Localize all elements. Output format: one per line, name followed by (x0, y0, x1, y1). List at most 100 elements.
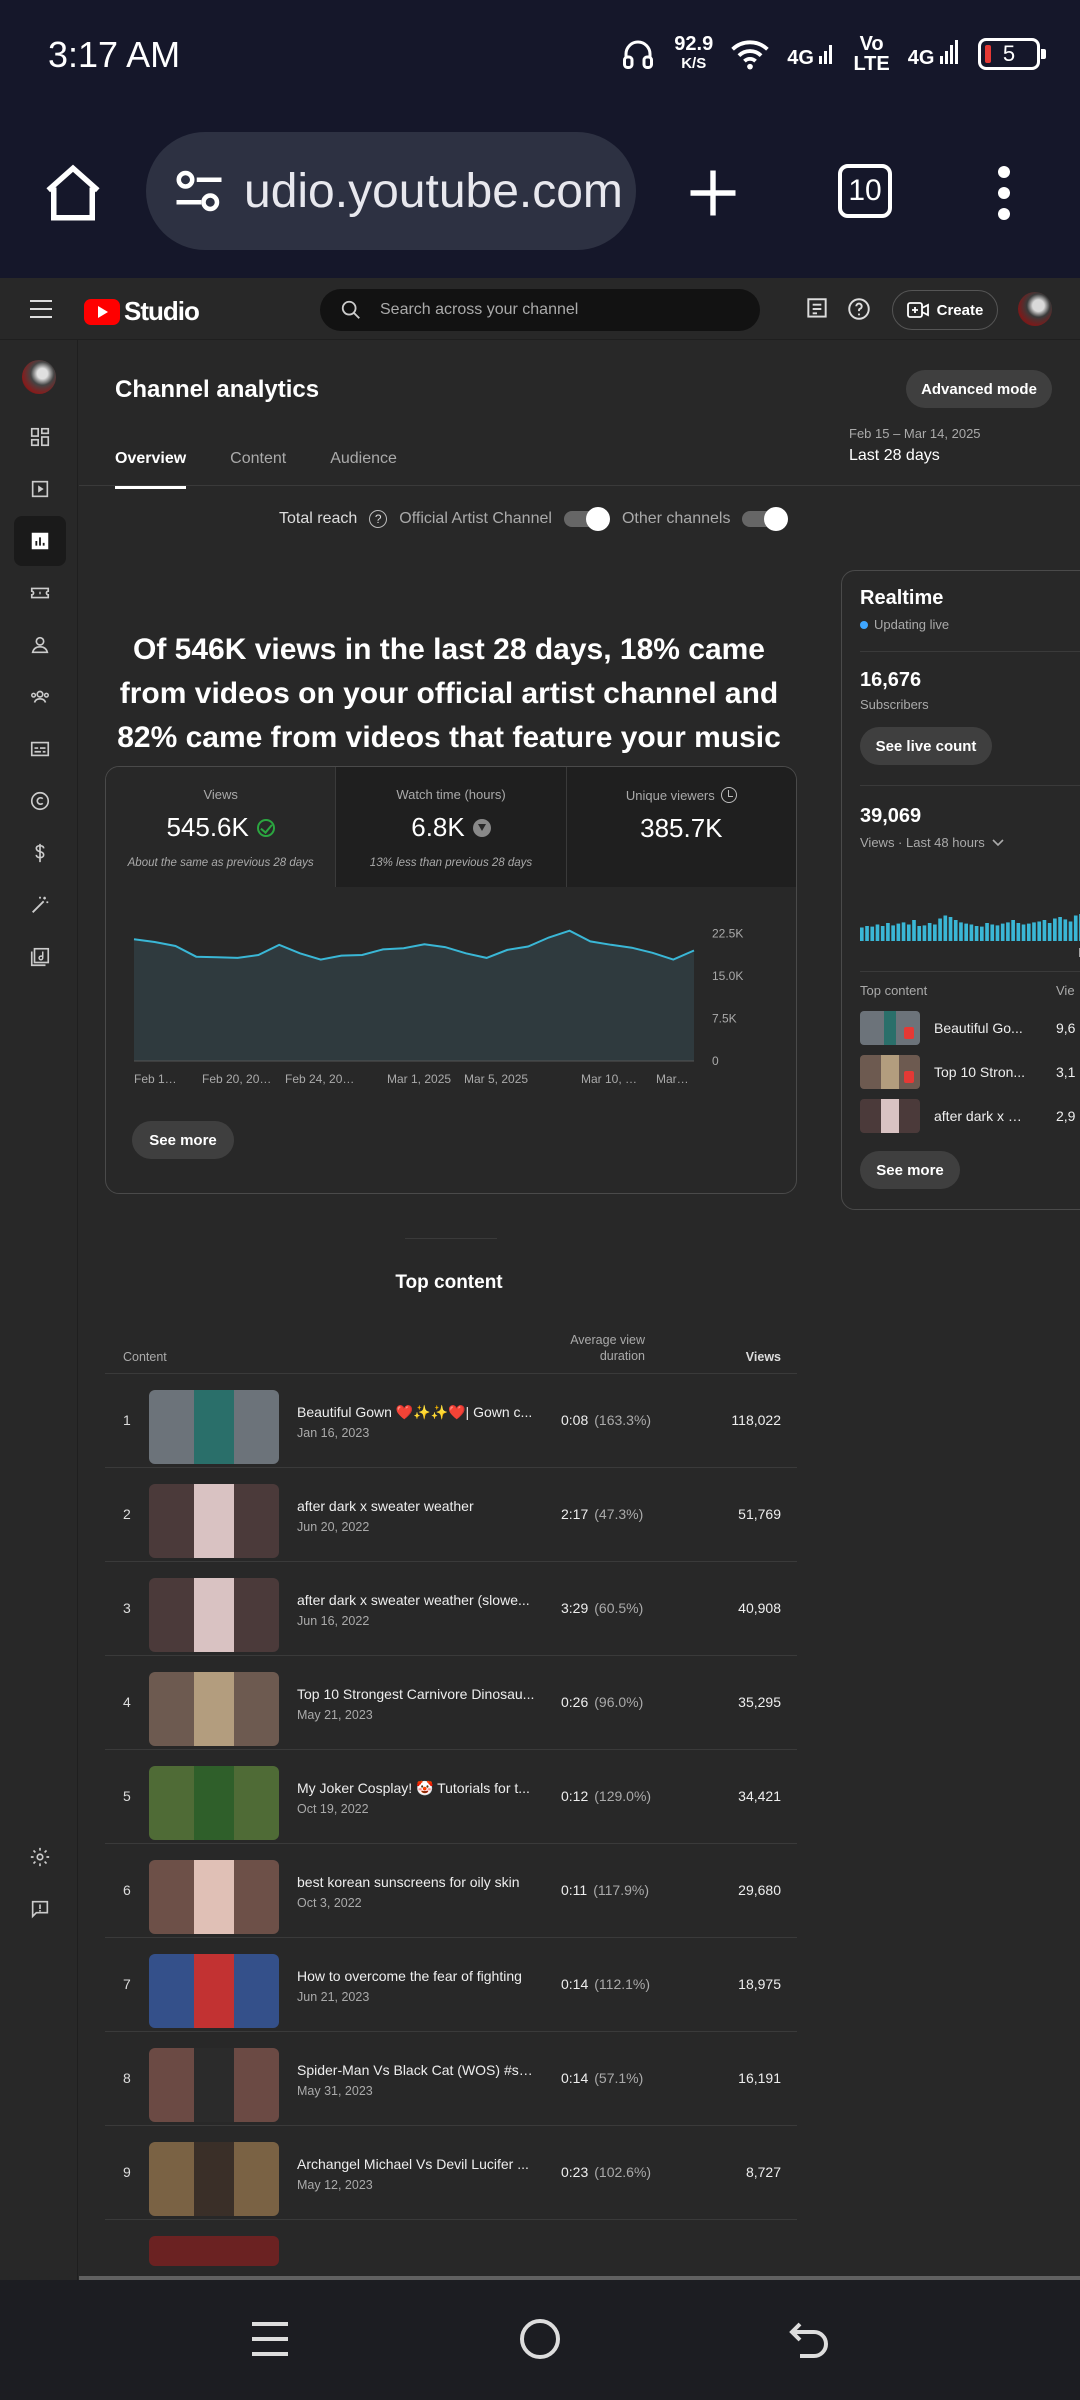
nav-analytics[interactable] (14, 516, 66, 566)
nav-copyright[interactable] (14, 776, 66, 826)
see-live-count-button[interactable]: See live count (860, 727, 992, 765)
video-title[interactable]: Top 10 Strongest Carnivore Dinosau... (297, 1686, 537, 1702)
network-speed-value: 92.9 (674, 33, 714, 55)
youtube-logo-icon (84, 298, 120, 325)
chevron-down-icon (992, 838, 1004, 846)
table-row[interactable]: 9 Archangel Michael Vs Devil Lucifer ... M… (105, 2126, 797, 2220)
search-input[interactable] (380, 301, 740, 319)
feedback-icon[interactable] (804, 296, 830, 322)
table-row[interactable]: 8 Spider-Man Vs Black Cat (WOS) #sh... May… (105, 2032, 797, 2126)
status-icons: 92.9 K/S 4G Vo LTE 4G 5 (620, 30, 1046, 78)
nav-audio-library[interactable] (14, 932, 66, 982)
realtime-row[interactable]: Beautiful Go... 9,6 (860, 1011, 1080, 1047)
signal-1: 4G (787, 40, 835, 68)
official-channel-toggle[interactable] (563, 507, 610, 531)
new-tab-icon[interactable] (686, 166, 740, 220)
table-row[interactable]: 4 Top 10 Strongest Carnivore Dinosau... Ma… (105, 1656, 797, 1750)
nav-earn[interactable] (14, 828, 66, 878)
nav-settings[interactable] (14, 1832, 66, 1882)
video-views: 35,295 (738, 1694, 781, 1710)
duration-percent: (129.0%) (594, 1788, 652, 1804)
back-icon[interactable] (788, 2316, 832, 2362)
video-title[interactable]: How to overcome the fear of fighting (297, 1968, 537, 1984)
video-thumbnail (149, 1578, 279, 1652)
realtime-see-more-button[interactable]: See more (860, 1151, 960, 1189)
video-thumbnail (149, 1672, 279, 1746)
date-range-picker[interactable]: Feb 15 – Mar 14, 2025 Last 28 days (849, 426, 981, 465)
home-icon[interactable] (40, 160, 106, 226)
nav-profile[interactable] (14, 620, 66, 670)
settings-icon (30, 1847, 50, 1867)
help-icon[interactable]: ? (369, 510, 388, 528)
video-title[interactable]: after dark x sweater weather (slowe... (297, 1592, 537, 1608)
nav-audience[interactable] (14, 672, 66, 722)
url-text[interactable]: udio.youtube.com (244, 164, 623, 219)
table-row[interactable]: 1 Beautiful Gown ❤️✨✨❤️| Gown c... Jan 16,… (105, 1374, 797, 1468)
nav-content[interactable] (14, 464, 66, 514)
studio-app: Studio Create Channel analytics Adv (0, 278, 1080, 2280)
tab-content[interactable]: Content (230, 450, 286, 489)
video-title[interactable]: Beautiful Gown ❤️✨✨❤️| Gown c... (297, 1404, 537, 1421)
video-thumbnail (149, 2142, 279, 2216)
account-avatar[interactable] (1018, 292, 1052, 326)
date-range: Feb 15 – Mar 14, 2025 (849, 426, 981, 441)
realtime-views-label[interactable]: Views · Last 48 hours (860, 835, 1005, 850)
tab-overview[interactable]: Overview (115, 450, 187, 489)
search-bar[interactable] (320, 289, 760, 331)
top-content-table: Content Average view duration Views 1 Bea… (105, 1328, 797, 2280)
divider (860, 971, 1080, 972)
video-title[interactable]: best korean sunscreens for oily skin (297, 1874, 537, 1890)
channel-avatar[interactable] (22, 360, 56, 394)
x-tick-label: Mar 5, 2025 (464, 1072, 528, 1086)
video-title[interactable]: after dark x sweater weather (297, 1498, 537, 1514)
see-more-button[interactable]: See more (132, 1121, 234, 1159)
url-bar[interactable]: udio.youtube.com (146, 132, 636, 250)
realtime-bar (1026, 923, 1031, 941)
tab-switcher-button[interactable]: 10 (838, 164, 892, 218)
duration-percent: (60.5%) (594, 1600, 644, 1616)
table-row[interactable]: 2 after dark x sweater weather Jun 20, 202… (105, 1468, 797, 1562)
metric-label: Watch time (hours) (396, 787, 506, 802)
row-rank: 2 (123, 1506, 131, 1522)
video-title[interactable]: Archangel Michael Vs Devil Lucifer ... (297, 2156, 537, 2172)
nav-send-feedback[interactable] (14, 1884, 66, 1934)
table-row-partial[interactable] (105, 2220, 797, 2280)
metric-unique-viewers[interactable]: Unique viewers 385.7K (566, 767, 796, 887)
realtime-row[interactable]: Top 10 Stron... 3,1 (860, 1055, 1080, 1091)
realtime-bar (974, 926, 979, 941)
create-button[interactable]: Create (892, 290, 998, 330)
realtime-views: 39,069 (860, 805, 922, 827)
recent-apps-icon[interactable] (248, 2316, 292, 2362)
more-options-icon[interactable] (996, 166, 1012, 220)
nav-subtitles[interactable] (14, 724, 66, 774)
row-rank: 6 (123, 1882, 131, 1898)
realtime-row[interactable]: after dark x s... 2,9 (860, 1099, 1080, 1135)
other-channels-toggle[interactable] (742, 507, 789, 531)
duration-value: 2:17 (561, 1506, 589, 1522)
views-chart-card: Views 545.6K About the same as previous … (105, 766, 797, 1194)
video-title[interactable]: Spider-Man Vs Black Cat (WOS) #sh... (297, 2062, 537, 2078)
nav-dashboard[interactable] (14, 412, 66, 462)
table-row[interactable]: 3 after dark x sweater weather (slowe... J… (105, 1562, 797, 1656)
menu-icon[interactable] (30, 300, 52, 318)
metric-watch-time[interactable]: Watch time (hours) 6.8K 13% less than pr… (335, 767, 567, 887)
tab-audience[interactable]: Audience (330, 450, 397, 489)
video-title[interactable]: My Joker Cosplay! 🤡 Tutorials for t... (297, 1780, 537, 1797)
site-settings-icon[interactable] (172, 164, 226, 218)
home-circle-icon[interactable] (518, 2316, 562, 2362)
realtime-bar (865, 926, 869, 941)
metric-views[interactable]: Views 545.6K About the same as previous … (106, 767, 336, 887)
row-rank: 3 (123, 1600, 131, 1616)
nav-community[interactable] (14, 568, 66, 618)
studio-logo[interactable]: Studio (84, 296, 200, 327)
help-icon[interactable] (846, 296, 872, 322)
table-row[interactable]: 7 How to overcome the fear of fighting Jun… (105, 1938, 797, 2032)
table-row[interactable]: 5 My Joker Cosplay! 🤡 Tutorials for t... O… (105, 1750, 797, 1844)
realtime-bar (985, 923, 989, 941)
realtime-bar (875, 924, 880, 941)
volte-line-1: Vo (859, 33, 884, 55)
nav-customization[interactable] (14, 880, 66, 930)
advanced-mode-button[interactable]: Advanced mode (906, 370, 1052, 408)
table-row[interactable]: 6 best korean sunscreens for oily skin Oct… (105, 1844, 797, 1938)
realtime-bar (953, 920, 958, 941)
